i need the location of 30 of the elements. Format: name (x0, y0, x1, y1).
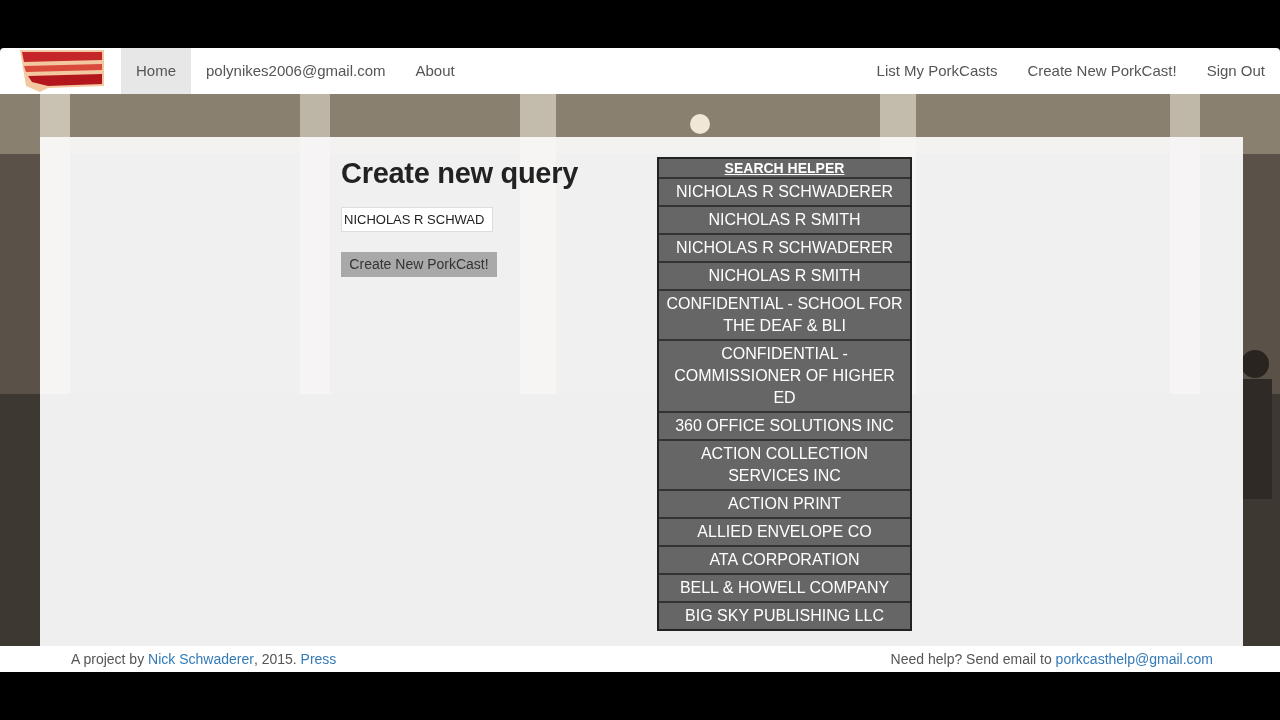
footer-link[interactable]: porkcasthelp@gmail.com (1055, 648, 1213, 670)
search-helper-title: SEARCH HELPER (659, 159, 910, 177)
search-helper-item[interactable]: BIG SKY PUBLISHING LLC (659, 603, 910, 629)
search-helper-item[interactable]: NICHOLAS R SMITH (659, 263, 910, 289)
footer-text: Need help? Send email to (890, 649, 1053, 669)
search-helper-item[interactable]: CONFIDENTIAL - COMMISSIONER OF HIGHER ED (659, 341, 910, 411)
nav-link[interactable]: polynikes2006@gmail.com (191, 48, 401, 94)
search-helper-item[interactable]: ALLIED ENVELOPE CO (659, 519, 910, 545)
search-helper-item[interactable]: NICHOLAS R SCHWADERER (659, 235, 910, 261)
nav-link[interactable]: List My PorkCasts (861, 48, 1013, 94)
create-porkcast-button[interactable]: Create New PorkCast! (341, 252, 497, 277)
bacon-logo-icon[interactable] (18, 48, 106, 92)
query-field[interactable]: NICHOLAS R SCHWAD (341, 207, 493, 232)
search-helper-item[interactable]: ACTION COLLECTION SERVICES INC (659, 441, 910, 489)
nav-link[interactable]: Sign Out (1191, 48, 1280, 94)
search-helper-item[interactable]: NICHOLAS R SMITH (659, 207, 910, 233)
nav-link[interactable]: Create New PorkCast! (1012, 48, 1192, 94)
search-helper-item[interactable]: CONFIDENTIAL - SCHOOL FOR THE DEAF & BLI (659, 291, 910, 339)
footer-link[interactable]: Nick Schwaderer (148, 648, 254, 670)
search-helper-item[interactable]: BELL & HOWELL COMPANY (659, 575, 910, 601)
footer-text: , 2015. (253, 649, 298, 669)
search-helper-item[interactable]: NICHOLAS R SCHWADERER (659, 179, 910, 205)
nav-link[interactable]: About (400, 48, 470, 94)
footer-link[interactable]: Press (300, 648, 337, 670)
page-heading: Create new query (341, 157, 579, 190)
search-helper-item[interactable]: ACTION PRINT (659, 491, 910, 517)
search-helper-item[interactable]: 360 OFFICE SOLUTIONS INC (659, 413, 910, 439)
search-helper-item[interactable]: ATA CORPORATION (659, 547, 910, 573)
footer-text: A project by (71, 649, 146, 669)
nav-link[interactable]: Home (121, 48, 191, 94)
